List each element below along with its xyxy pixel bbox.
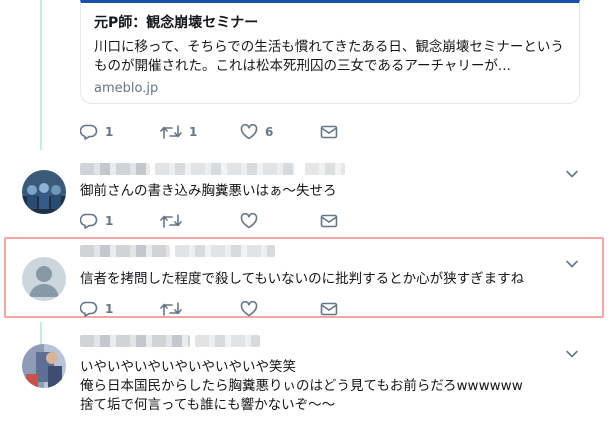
reply-button[interactable]: 1 bbox=[80, 124, 113, 140]
mail-icon bbox=[320, 125, 338, 139]
username-redacted bbox=[195, 335, 260, 347]
avatar-image bbox=[22, 170, 66, 214]
thread-line bbox=[40, 0, 42, 150]
tweet[interactable]: いやいやいやいやいやいやいや笑笑 俺ら日本国民からしたら胸糞悪りぃのはどう見ても… bbox=[0, 330, 611, 427]
avatar[interactable] bbox=[22, 170, 66, 214]
tweet-text: 信者を拷問した程度で殺してもいないのに批判するとか心が狭すぎますね bbox=[80, 271, 525, 287]
tweet-menu-button[interactable] bbox=[565, 344, 579, 363]
tweet-menu-button[interactable] bbox=[565, 254, 579, 273]
chevron-down-icon bbox=[566, 350, 578, 358]
display-name-redacted bbox=[80, 163, 150, 175]
retweet-icon bbox=[160, 125, 182, 139]
card-description: 川口に移って、そちらでの生活も慣れてきたある日、観念崩壊セミナーというものが開催… bbox=[94, 39, 564, 74]
tweet-text: 御前さんの書き込み胸糞悪いはぁ～失せろ bbox=[80, 183, 337, 199]
reply-button[interactable]: 1 bbox=[80, 301, 113, 317]
message-button[interactable] bbox=[320, 124, 338, 140]
mail-icon bbox=[320, 302, 338, 316]
avatar[interactable] bbox=[22, 344, 66, 388]
username-redacted bbox=[155, 163, 295, 175]
username-redacted bbox=[175, 245, 275, 257]
timeline: 元P師：観念崩壊セミナー 川口に移って、そちらでの生活も慣れてきたある日、観念崩… bbox=[0, 0, 611, 427]
tweet-text-line: 捨て垢で何言っても誰にも響かないぞ〜〜 bbox=[80, 397, 336, 413]
like-count: 6 bbox=[265, 125, 274, 139]
display-name-redacted bbox=[80, 245, 170, 257]
reply-count: 1 bbox=[105, 214, 114, 228]
tweet[interactable]: 御前さんの書き込み胸糞悪いはぁ～失せろ 1 bbox=[0, 158, 611, 236]
reply-icon bbox=[80, 124, 98, 140]
tweet[interactable]: 信者を拷問した程度で殺してもいないのに批判するとか心が狭すぎますね 1 bbox=[0, 240, 611, 318]
retweet-button[interactable]: 1 bbox=[160, 124, 197, 140]
avatar-image bbox=[22, 344, 66, 388]
card-title: 元P師：観念崩壊セミナー bbox=[94, 15, 259, 31]
chevron-down-icon bbox=[566, 260, 578, 268]
like-button[interactable]: 6 bbox=[240, 124, 273, 140]
timestamp-redacted bbox=[305, 163, 345, 175]
retweet-icon bbox=[160, 302, 182, 316]
reply-icon bbox=[80, 213, 98, 229]
like-button[interactable] bbox=[240, 301, 258, 317]
tweet-text-line: いやいやいやいやいやいやいや笑笑 bbox=[80, 359, 296, 375]
tweet-actions: 1 bbox=[80, 213, 380, 233]
retweet-button[interactable] bbox=[160, 301, 182, 317]
avatar-default[interactable] bbox=[22, 257, 66, 301]
link-card[interactable]: 元P師：観念崩壊セミナー 川口に移って、そちらでの生活も慣れてきたある日、観念崩… bbox=[80, 0, 580, 104]
tweet-actions: 1 bbox=[80, 301, 380, 321]
heart-icon bbox=[240, 124, 258, 140]
reply-count: 1 bbox=[105, 125, 114, 139]
heart-icon bbox=[240, 213, 258, 229]
chevron-down-icon bbox=[566, 170, 578, 178]
like-button[interactable] bbox=[240, 213, 258, 229]
reply-count: 1 bbox=[105, 302, 114, 316]
retweet-count: 1 bbox=[189, 125, 198, 139]
retweet-button[interactable] bbox=[160, 213, 182, 229]
reply-icon bbox=[80, 301, 98, 317]
default-avatar-icon bbox=[22, 257, 66, 301]
message-button[interactable] bbox=[320, 213, 338, 229]
tweet-actions: 1 1 6 bbox=[80, 124, 380, 144]
tweet-menu-button[interactable] bbox=[565, 164, 579, 183]
reply-button[interactable]: 1 bbox=[80, 213, 113, 229]
display-name-redacted bbox=[80, 335, 190, 347]
mail-icon bbox=[320, 214, 338, 228]
heart-icon bbox=[240, 301, 258, 317]
retweet-icon bbox=[160, 214, 182, 228]
tweet-text-line: 俺ら日本国民からしたら胸糞悪りぃのはどう見てもお前らだろwwwwww bbox=[80, 378, 523, 394]
card-domain: ameblo.jp bbox=[94, 81, 159, 96]
message-button[interactable] bbox=[320, 301, 338, 317]
